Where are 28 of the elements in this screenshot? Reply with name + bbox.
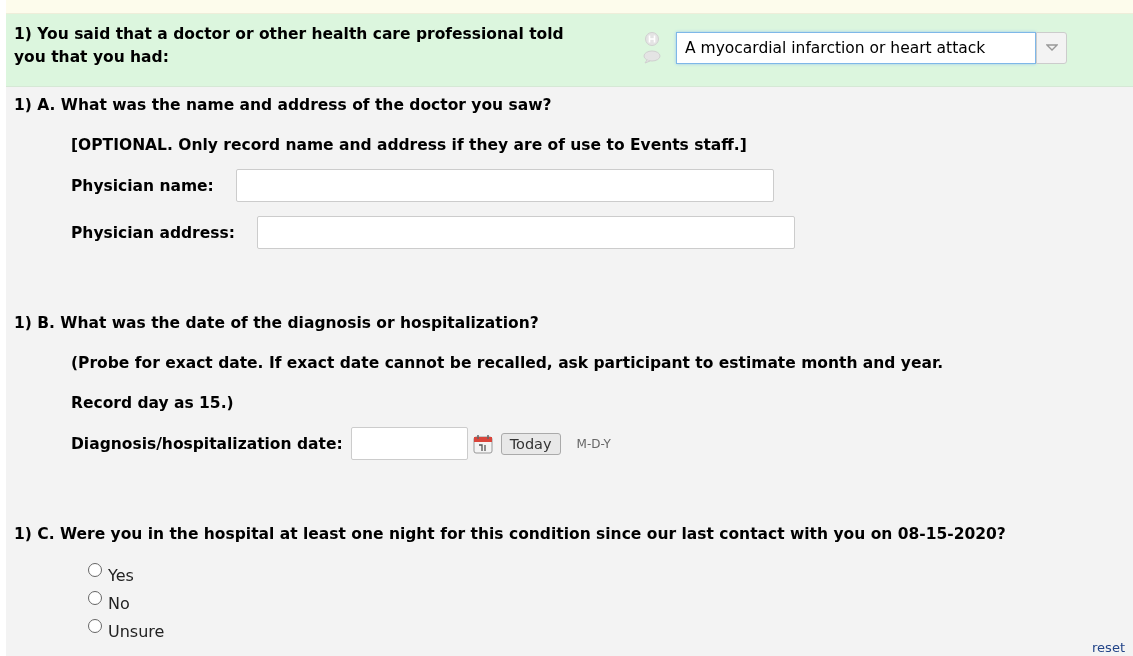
instruction-text: Record day as 15.): [71, 393, 235, 413]
question-text: 1) B. What was the date of the diagnosis or hospitalization?: [14, 313, 540, 333]
field-label: Physician address:: [71, 223, 235, 242]
question-text: 1) You said that a doctor or other health care professional told you that you had:: [14, 24, 565, 68]
comment-icon[interactable]: [643, 50, 661, 64]
date-format-hint: M-D-Y: [576, 436, 611, 451]
radio-label: No: [108, 592, 130, 613]
radio-label: Unsure: [108, 620, 165, 641]
radio-button[interactable]: [88, 591, 102, 605]
today-button[interactable]: Today: [500, 432, 561, 455]
field-label: Physician name:: [71, 176, 214, 195]
text-field[interactable]: [256, 216, 795, 249]
caret-icon: [1045, 44, 1058, 52]
question-text: 1) C. Were you in the hospital at least one night for this condition since our last contact with you on 08-15-2020?: [14, 524, 1007, 544]
instruction-text: [OPTIONAL. Only record name and address if they are of use to Events staff.]: [71, 135, 748, 155]
instruction-text: (Probe for exact date. If exact date cannot be recalled, ask participant to estimate month and year.: [71, 353, 945, 373]
radio-button[interactable]: [88, 563, 102, 577]
radio-button[interactable]: [88, 619, 102, 633]
date-field[interactable]: [350, 427, 468, 460]
reset-link[interactable]: reset: [1092, 640, 1125, 655]
field-label: Diagnosis/hospitalization date:: [71, 434, 343, 453]
text-field[interactable]: [235, 169, 774, 202]
answer-field[interactable]: A myocardial infarction or heart attack: [676, 32, 1036, 64]
radio-label: Yes: [108, 564, 134, 585]
calendar-icon[interactable]: [472, 433, 493, 454]
dropdown-button[interactable]: [1036, 32, 1067, 64]
history-icon[interactable]: [645, 32, 659, 46]
question-text: 1) A. What was the name and address of the doctor you saw?: [14, 95, 553, 115]
